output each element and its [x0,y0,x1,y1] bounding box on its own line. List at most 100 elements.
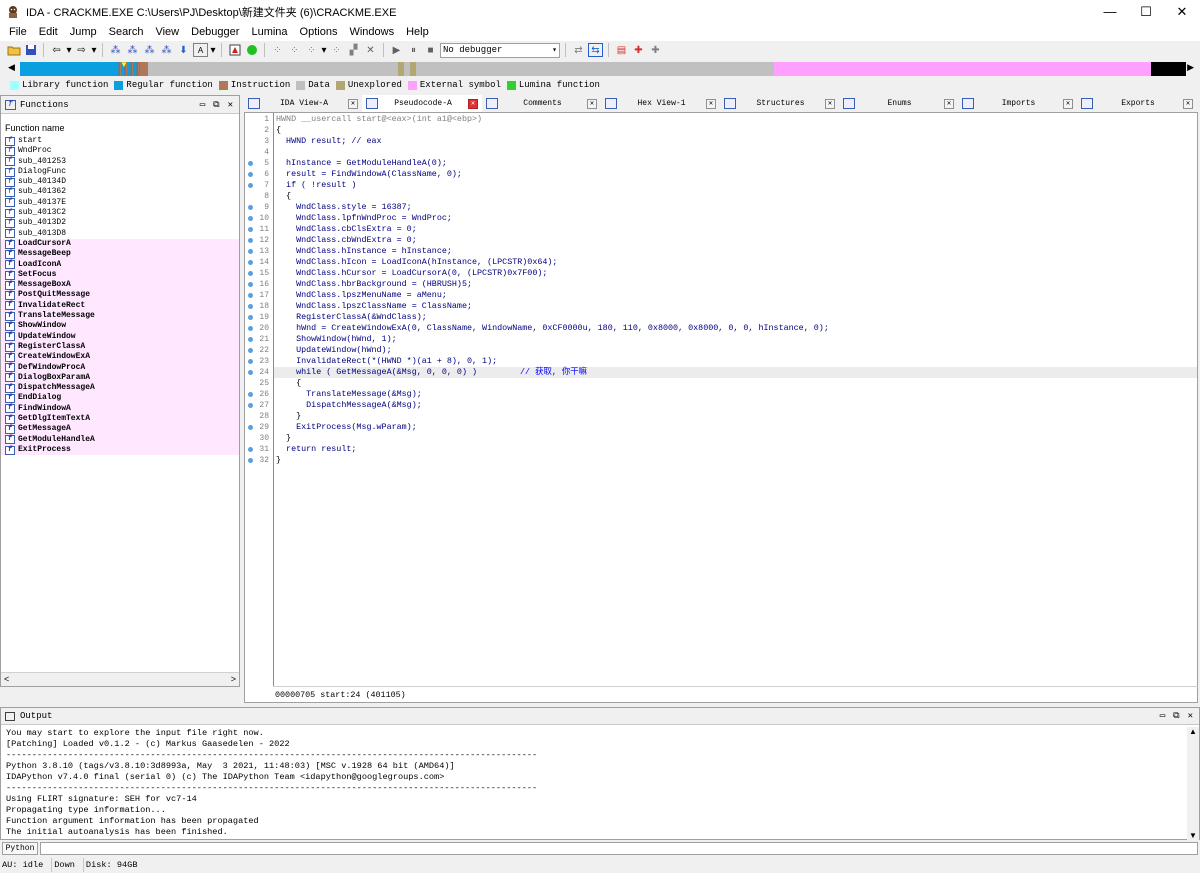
tab-close-icon[interactable]: ✕ [706,98,716,109]
function-list-item[interactable]: f UpdateWindow [1,331,239,342]
code-line[interactable]: WndClass.lpszClassName = ClassName; [276,301,472,312]
code-line[interactable]: { [276,191,291,202]
list-icon[interactable]: ▤ [614,43,629,57]
function-list-item[interactable]: f start [1,136,239,146]
function-list-item[interactable]: f sub_40134D [1,177,239,187]
tab-close-icon[interactable]: ✕ [825,98,835,109]
function-list-item[interactable]: f DialogFunc [1,167,239,177]
function-list-item[interactable]: f LoadCursorA [1,238,239,250]
function-list-item[interactable]: f DialogBoxParamA [1,372,239,384]
tab-imports[interactable]: Imports ✕ [958,95,1077,112]
code-line[interactable]: WndClass.hbrBackground = (HBRUSH)5; [276,279,472,290]
graph-icon[interactable] [227,43,242,57]
chevron-down-icon[interactable]: ▾ [66,43,72,57]
code-line[interactable]: WndClass.lpszMenuName = aMenu; [276,290,447,301]
tab-close-icon[interactable]: ✕ [348,98,358,109]
functions-horizontal-scrollbar[interactable]: < > [1,672,239,686]
code-text-area[interactable]: HWND __usercall start@<eax>(int a1@<ebp>… [273,113,1198,687]
code-line[interactable]: WndClass.style = 16387; [276,202,412,213]
chart-icon[interactable]: ▞ [346,43,361,57]
nav-right-arrow-icon[interactable]: ▶ [1187,62,1194,73]
code-line[interactable]: while ( GetMessageA(&Msg, 0, 0, 0) ) [276,367,477,378]
code-line[interactable]: } [276,433,291,444]
tab-close-icon[interactable]: ✕ [1183,98,1193,109]
tab-enums[interactable]: Enums ✕ [839,95,958,112]
scroll-right-icon[interactable]: > [231,674,236,684]
code-line[interactable]: hWnd = CreateWindowExA(0, ClassName, Win… [276,323,829,334]
function-list-item[interactable]: f PostQuitMessage [1,290,239,301]
struct-icon[interactable]: ⁘ [304,43,319,57]
code-line[interactable]: HWND result; // eax [276,136,382,147]
tab-exports[interactable]: Exports ✕ [1077,95,1197,112]
play-icon[interactable]: ▶ [389,43,404,57]
panel-float-icon[interactable]: ⧉ [1173,711,1179,721]
code-line[interactable]: WndClass.hInstance = hInstance; [276,246,452,257]
delete-icon[interactable]: ✕ [363,43,378,57]
code-line[interactable]: ExitProcess(Msg.wParam); [276,422,417,433]
function-list-item[interactable]: f FindWindowA [1,403,239,415]
nav-strip[interactable]: ▼ [20,60,1186,76]
code-line[interactable]: UpdateWindow(hWnd); [276,345,392,356]
tab-close-icon[interactable]: ✕ [587,98,597,109]
search-text-icon[interactable]: ⁂ [125,43,140,57]
menu-windows[interactable]: Windows [343,23,400,41]
maximize-button[interactable]: ☐ [1128,0,1164,23]
function-list-item[interactable]: f LoadIconA [1,259,239,270]
function-list-item[interactable]: f DispatchMessageA [1,383,239,394]
back-arrow-icon[interactable]: ⇦ [49,43,64,57]
menu-file[interactable]: File [3,23,33,41]
function-list-item[interactable]: f GetModuleHandleA [1,434,239,445]
function-list-item[interactable]: f InvalidateRect [1,300,239,312]
code-line[interactable]: WndClass.hIcon = LoadIconA(hInstance, (L… [276,257,557,268]
tab-close-icon[interactable]: ✕ [468,98,478,109]
output-vertical-scrollbar[interactable]: ▲ ▼ [1187,727,1199,840]
function-list-item[interactable]: f sub_4013C2 [1,208,239,218]
function-list-item[interactable]: f ShowWindow [1,321,239,332]
menu-lumina[interactable]: Lumina [245,23,293,41]
function-list-item[interactable]: f MessageBeep [1,249,239,260]
code-line[interactable]: ShowWindow(hWnd, 1); [276,334,397,345]
code-line[interactable]: return result; [276,444,356,455]
tab-ida-view-a[interactable]: IDA View-A ✕ [244,95,362,112]
pause-icon[interactable]: ⏸ [406,43,421,57]
panel-close-icon[interactable]: ✕ [1188,711,1193,721]
step-icon[interactable]: ⇄ [571,43,586,57]
green-circle-icon[interactable] [244,43,259,57]
menu-view[interactable]: View [149,23,185,41]
scroll-left-icon[interactable]: < [4,674,9,684]
tab-structures[interactable]: Structures ✕ [720,95,839,112]
code-line[interactable]: InvalidateRect(*(HWND *)(a1 + 8), 0, 1); [276,356,497,367]
function-name-column-header[interactable]: Function name [1,120,239,136]
code-line[interactable]: } [276,455,281,466]
scroll-up-icon[interactable]: ▲ [1187,727,1199,736]
code-line[interactable]: WndClass.hCursor = LoadCursorA(0, (LPCST… [276,268,547,279]
function-list-item[interactable]: f MessageBoxA [1,280,239,291]
save-icon[interactable] [23,43,38,57]
tools-icon[interactable]: ✚ [648,43,663,57]
debugger-select[interactable]: No debugger ▾ [440,42,560,58]
code-line[interactable]: HWND __usercall start@<eax>(int a1@<ebp>… [276,114,482,125]
menu-debugger[interactable]: Debugger [185,23,245,41]
nav-left-arrow-icon[interactable]: ◀ [8,62,15,73]
chevron-down-icon[interactable]: ▾ [91,43,97,57]
tab-close-icon[interactable]: ✕ [944,98,954,109]
code-line[interactable]: { [276,378,301,389]
function-list-item[interactable]: f GetMessageA [1,424,239,435]
code-line[interactable]: TranslateMessage(&Msg); [276,389,422,400]
function-list-item[interactable]: f DefWindowProcA [1,362,239,373]
undefine-icon[interactable]: ⁘ [329,43,344,57]
function-list-item[interactable]: f ExitProcess [1,444,239,456]
menu-jump[interactable]: Jump [64,23,103,41]
code-line[interactable]: result = FindWindowA(ClassName, 0); [276,169,462,180]
tab-hex-view-1[interactable]: Hex View-1 ✕ [601,95,720,112]
function-list-item[interactable]: f GetDlgItemTextA [1,414,239,425]
chevron-down-icon[interactable]: ▾ [210,43,216,57]
forward-arrow-icon[interactable]: ⇨ [74,43,89,57]
code-line[interactable]: { [276,125,281,136]
tab-comments[interactable]: Comments ✕ [482,95,601,112]
function-list-item[interactable]: f sub_401362 [1,187,239,198]
minimize-button[interactable]: — [1092,0,1128,23]
python-command-input[interactable] [40,842,1198,855]
function-list-item[interactable]: f sub_4013D2 [1,218,239,229]
code-line[interactable]: WndClass.cbClsExtra = 0; [276,224,417,235]
